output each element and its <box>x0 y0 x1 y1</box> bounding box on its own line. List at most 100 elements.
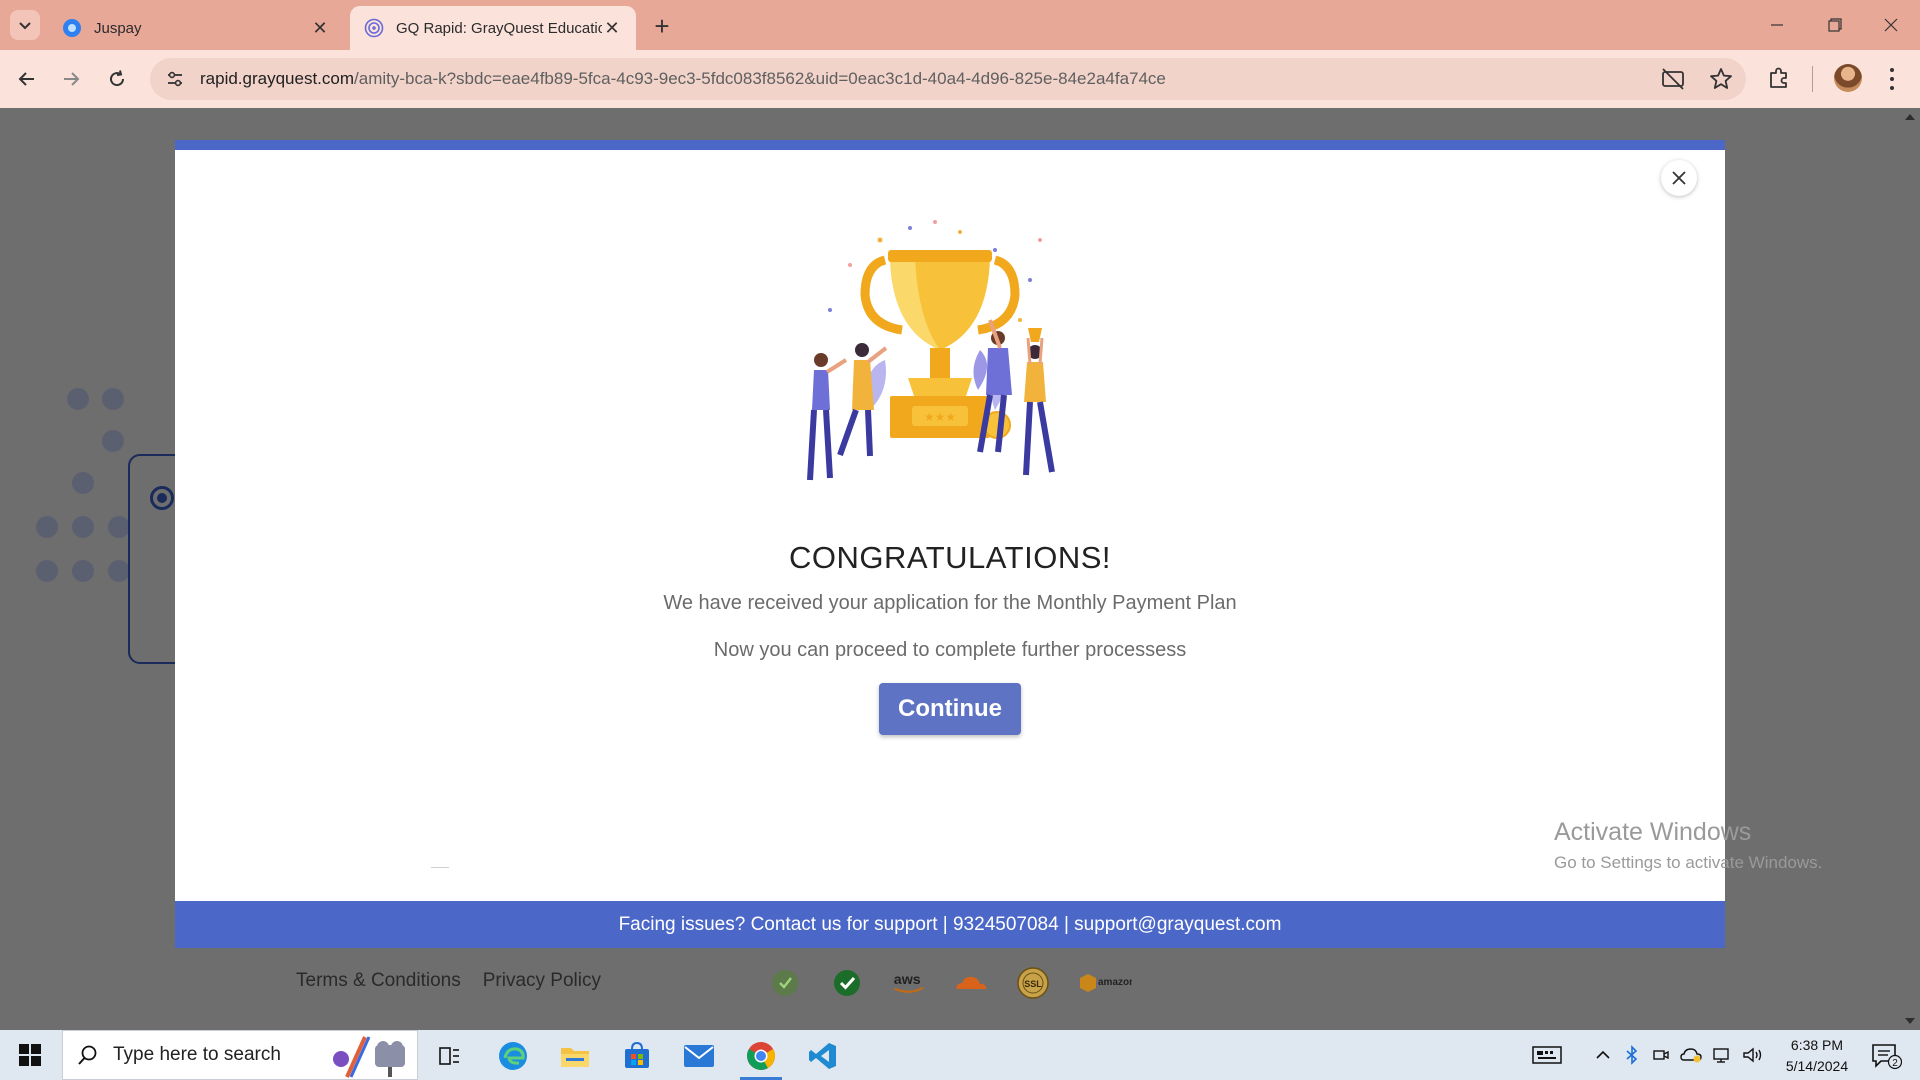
forward-button[interactable] <box>56 64 86 94</box>
reload-button[interactable] <box>102 64 132 94</box>
trust-badges: aws SSL amazon <box>766 967 1132 999</box>
tab-title: GQ Rapid: GrayQuest Education <box>396 19 602 37</box>
check-badge-icon <box>828 968 866 998</box>
reload-icon <box>110 70 125 87</box>
scroll-down-arrow-icon[interactable] <box>1905 1018 1915 1024</box>
browser-tab-strip: Juspay ✕ GQ Rapid: GrayQuest Education ✕… <box>0 0 1920 50</box>
edge-taskbar-button[interactable] <box>488 1036 538 1076</box>
edge-icon <box>499 1042 527 1070</box>
camera-blocked-icon[interactable] <box>1660 66 1686 92</box>
close-window-button[interactable] <box>1862 0 1920 50</box>
ssl-seal-icon: SSL <box>1014 967 1052 999</box>
vscode-icon <box>809 1043 836 1069</box>
task-view-button[interactable] <box>424 1036 474 1076</box>
footer-links: Terms & Conditions Privacy Policy <box>296 970 601 992</box>
dot <box>102 430 124 452</box>
tab-juspay[interactable]: Juspay ✕ <box>48 6 344 50</box>
ssl-text: SSL <box>1024 979 1042 989</box>
start-button[interactable] <box>10 1040 50 1070</box>
mail-taskbar-button[interactable] <box>674 1036 724 1076</box>
dot <box>72 560 94 582</box>
svg-text:★★★: ★★★ <box>924 410 956 424</box>
grayquest-favicon-icon <box>364 18 384 38</box>
taskbar-clock[interactable]: 6:38 PM 5/14/2024 <box>1776 1035 1858 1077</box>
extensions-puzzle-icon[interactable] <box>1766 65 1792 91</box>
dot <box>72 472 94 494</box>
url-text: rapid.grayquest.com/amity-bca-k?sbdc=eae… <box>200 69 1166 89</box>
tab-grayquest[interactable]: GQ Rapid: GrayQuest Education ✕ <box>350 6 636 50</box>
windows-taskbar: Type here to search 6:38 PM 5/14/2024 2 <box>0 1030 1920 1080</box>
browser-menu-button[interactable] <box>1880 66 1904 92</box>
dot <box>108 516 130 538</box>
tab-search-button[interactable] <box>10 10 40 40</box>
vscode-taskbar-button[interactable] <box>798 1036 848 1076</box>
continue-button[interactable]: Continue <box>879 683 1021 735</box>
bluetooth-icon[interactable] <box>1624 1045 1640 1065</box>
dot <box>108 560 130 582</box>
close-tab-icon[interactable]: ✕ <box>310 18 330 38</box>
restore-button[interactable] <box>1806 0 1864 50</box>
chrome-taskbar-button[interactable] <box>736 1036 786 1080</box>
page-scrollbar[interactable] <box>1900 108 1920 1030</box>
watermark-subtitle: Go to Settings to activate Windows. <box>1554 853 1823 872</box>
tray-icons <box>1594 1030 1764 1080</box>
trophy-celebration-illustration: ★★★ <box>807 220 1055 481</box>
rds-text: amazon <box>1098 977 1132 988</box>
url-host: rapid.grayquest.com <box>200 69 355 88</box>
profile-avatar[interactable] <box>1834 64 1862 92</box>
juspay-favicon-icon <box>63 19 81 37</box>
amazon-rds-logo: amazon <box>1076 968 1132 998</box>
keyboard-layout-icon[interactable] <box>1532 1044 1562 1066</box>
success-modal: ★★★ CONGRATULATIONS! We have received yo… <box>175 140 1725 948</box>
chevron-up-icon[interactable] <box>1594 1046 1612 1064</box>
dot <box>67 388 89 410</box>
tune-icon <box>168 71 182 87</box>
task-view-icon <box>439 1047 459 1065</box>
arrow-right-icon <box>64 72 80 86</box>
terms-link[interactable]: Terms & Conditions <box>296 970 461 992</box>
new-tab-button[interactable]: + <box>648 11 676 41</box>
scroll-up-arrow-icon[interactable] <box>1905 114 1915 120</box>
tab-title: Juspay <box>94 19 142 37</box>
star-icon[interactable] <box>1708 66 1734 92</box>
store-icon <box>625 1041 649 1068</box>
dot <box>36 560 58 582</box>
modal-accent-bar <box>175 140 1725 150</box>
search-highlight-icon <box>333 1036 405 1078</box>
windows-activation-watermark: Activate Windows Go to Settings to activ… <box>1554 818 1822 873</box>
minimize-button[interactable] <box>1748 0 1806 50</box>
folder-icon <box>561 1048 589 1067</box>
aws-text: aws <box>894 972 921 988</box>
arrow-left-icon <box>18 72 34 86</box>
clock-date: 5/14/2024 <box>1785 1058 1849 1074</box>
plan-radio <box>150 486 174 510</box>
modal-message-next-steps: Now you can proceed to complete further … <box>713 639 1187 661</box>
verified-shield-icon <box>766 968 804 998</box>
file-explorer-taskbar-button[interactable] <box>550 1036 600 1076</box>
minimize-icon <box>1771 24 1783 26</box>
divider <box>431 867 449 868</box>
url-path: /amity-bca-k?sbdc=eae4fb89-5fca-4c93-9ec… <box>354 69 1166 88</box>
meet-now-icon[interactable] <box>1652 1046 1670 1064</box>
store-taskbar-button[interactable] <box>612 1036 662 1076</box>
search-placeholder: Type here to search <box>113 1044 281 1065</box>
close-tab-icon[interactable]: ✕ <box>602 18 622 38</box>
modal-close-button[interactable] <box>1661 160 1697 196</box>
network-icon[interactable] <box>1712 1046 1732 1064</box>
taskbar-search-box[interactable]: Type here to search <box>62 1030 418 1080</box>
decorative-dots <box>30 388 140 608</box>
close-icon <box>1672 171 1686 185</box>
volume-icon[interactable] <box>1742 1046 1764 1064</box>
onedrive-icon[interactable] <box>1680 1046 1702 1064</box>
clock-time: 6:38 PM <box>1790 1037 1844 1053</box>
dot <box>72 516 94 538</box>
address-bar[interactable]: rapid.grayquest.com/amity-bca-k?sbdc=eae… <box>150 58 1746 100</box>
privacy-link[interactable]: Privacy Policy <box>483 970 601 992</box>
back-button[interactable] <box>12 64 42 94</box>
support-bar: Facing issues? Contact us for support | … <box>175 901 1725 948</box>
site-info-button[interactable] <box>162 66 188 92</box>
browser-toolbar: rapid.grayquest.com/amity-bca-k?sbdc=eae… <box>0 50 1920 108</box>
notification-count: 2 <box>1892 1058 1898 1069</box>
notification-center-button[interactable]: 2 <box>1870 1042 1903 1070</box>
cloudflare-logo <box>952 968 990 998</box>
